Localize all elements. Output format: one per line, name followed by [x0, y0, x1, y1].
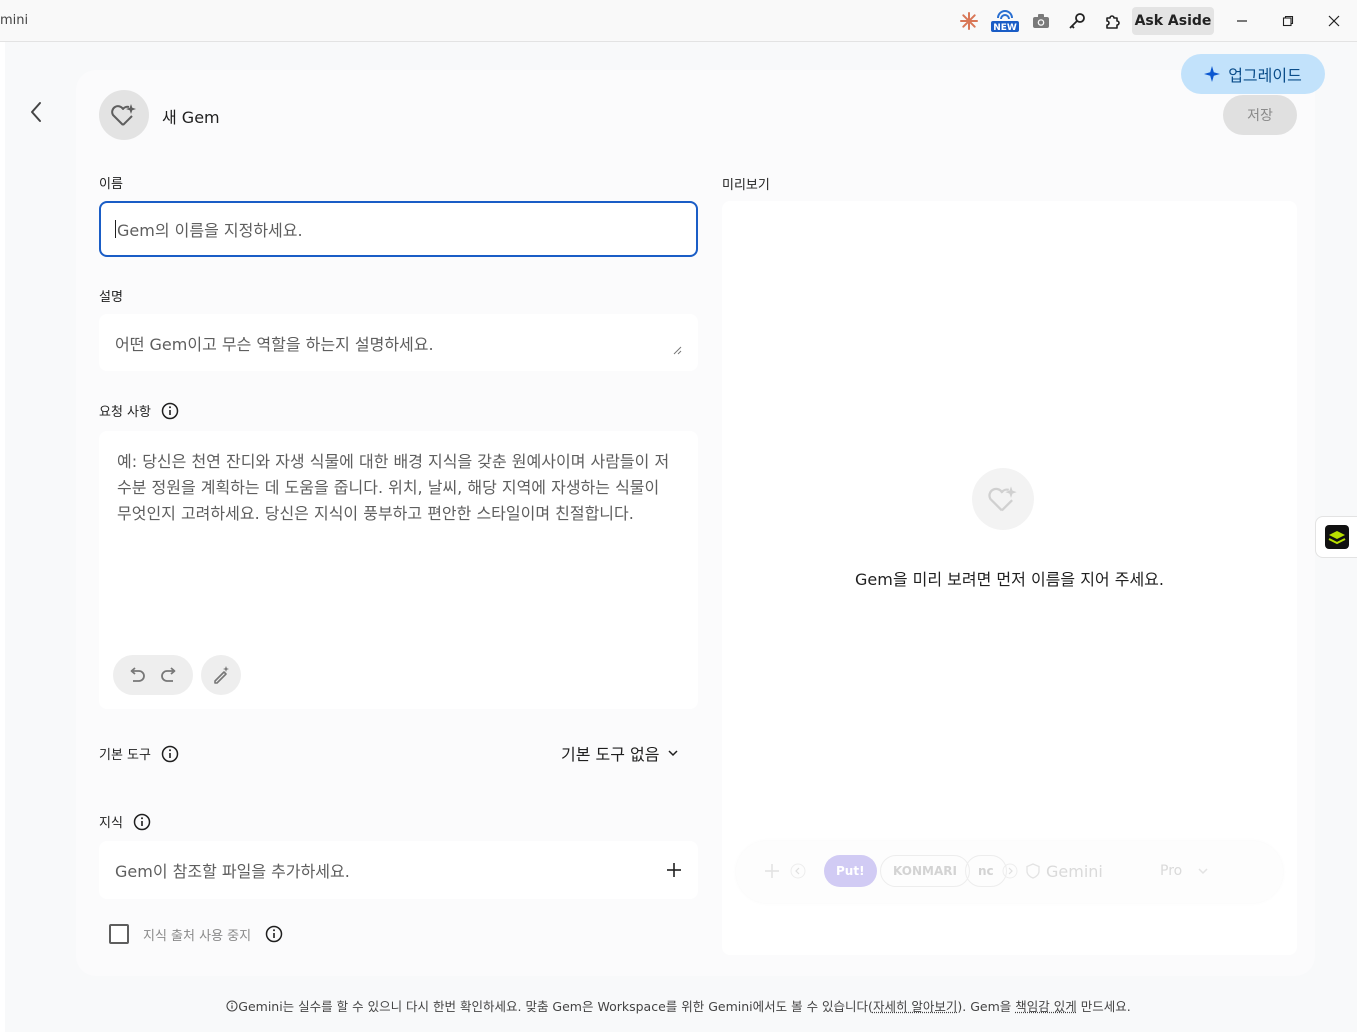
heart-sparkle-icon	[111, 104, 136, 126]
instructions-placeholder: 예: 당신은 천연 잔디와 자생 식물에 대한 배경 지식을 갖춘 원예사이며 …	[117, 452, 670, 523]
side-extension-tab[interactable]	[1315, 516, 1357, 558]
responsible-link[interactable]: 책임감 있게	[1015, 999, 1076, 1014]
put-tag: Put!	[824, 855, 877, 887]
description-label: 설명	[99, 286, 123, 305]
info-icon[interactable]	[161, 402, 179, 420]
claude-extension-icon[interactable]	[957, 9, 981, 33]
chevron-down-icon	[1198, 868, 1208, 875]
sparkle-icon	[1204, 66, 1221, 82]
tools-label: 기본 도구	[99, 744, 179, 763]
nc-tag: nc	[965, 855, 1007, 887]
preview-message: Gem을 미리 보려면 먼저 이름을 지어 주세요.	[855, 570, 1164, 589]
new-extension-icon[interactable]: NEW	[991, 9, 1019, 33]
footer-disclaimer: Gemini는 실수를 할 수 있으니 다시 한번 확인하세요. 맞춤 Gem은…	[0, 996, 1357, 1015]
upgrade-button[interactable]: 업그레이드	[1181, 54, 1325, 94]
magic-pen-icon	[214, 666, 229, 684]
ask-aside-button[interactable]: Ask Aside	[1132, 7, 1214, 35]
camera-icon[interactable]	[1029, 9, 1053, 33]
back-button[interactable]	[22, 98, 50, 126]
info-icon	[226, 1000, 238, 1012]
knowledge-placeholder: Gem이 참조할 파일을 추가하세요.	[115, 862, 350, 881]
undo-redo-group	[113, 655, 193, 695]
chevron-right-icon	[1002, 855, 1018, 887]
knowledge-label-text: 지식	[99, 816, 123, 831]
preview-panel: Gem을 미리 보려면 먼저 이름을 지어 주세요. Put! KONMARI …	[722, 201, 1297, 955]
pro-ghost: Pro	[1160, 855, 1208, 887]
tools-label-text: 기본 도구	[99, 748, 151, 763]
save-button[interactable]: 저장	[1223, 95, 1297, 135]
stack-logo-icon	[1324, 525, 1349, 549]
instructions-input[interactable]: 예: 당신은 천연 잔디와 자생 식물에 대한 배경 지식을 갖춘 원예사이며 …	[99, 431, 698, 709]
tools-selected-value: 기본 도구 없음	[561, 745, 660, 764]
key-icon[interactable]	[1065, 9, 1089, 33]
shield-icon	[1026, 863, 1040, 879]
heart-sparkle-icon	[988, 486, 1017, 512]
title-bar: mini NEW Ask Aside	[0, 0, 1357, 42]
app-title: mini	[0, 13, 29, 28]
name-input[interactable]: Gem의 이름을 지정하세요.	[99, 201, 698, 257]
konmari-tag: KONMARI	[880, 855, 970, 887]
description-input[interactable]: 어떤 Gem이고 무슨 역할을 하는지 설명하세요.	[99, 314, 698, 371]
preview-label-text: 미리보기	[722, 178, 770, 193]
learn-more-link[interactable]: 자세히 알아보기	[873, 999, 957, 1014]
chevron-down-icon	[667, 750, 678, 757]
instructions-label-text: 요청 사항	[99, 405, 151, 420]
footer-text-2: ). Gem을	[957, 999, 1016, 1014]
plus-icon	[764, 855, 780, 887]
extensions-puzzle-icon[interactable]	[1101, 9, 1125, 33]
instructions-label: 요청 사항	[99, 401, 179, 420]
stop-sources-row: 지식 출처 사용 중지	[109, 924, 283, 944]
redo-icon[interactable]	[159, 666, 179, 684]
info-icon[interactable]	[133, 813, 151, 831]
upgrade-label: 업그레이드	[1228, 66, 1302, 85]
preview-gem-avatar	[972, 468, 1034, 530]
knowledge-upload[interactable]: Gem이 참조할 파일을 추가하세요.	[99, 841, 698, 899]
gemini-model-ghost: Gemini	[1026, 855, 1103, 887]
stop-sources-label: 지식 출처 사용 중지	[143, 928, 252, 944]
info-icon[interactable]	[265, 925, 283, 943]
restore-icon[interactable]	[1275, 8, 1301, 34]
plus-icon[interactable]	[666, 862, 682, 878]
gemini-ghost-label: Gemini	[1046, 861, 1103, 881]
minimize-icon[interactable]	[1229, 8, 1255, 34]
text-caret	[115, 220, 116, 238]
name-label-text: 이름	[99, 177, 123, 192]
gem-avatar	[99, 90, 149, 140]
description-placeholder: 어떤 Gem이고 무슨 역할을 하는지 설명하세요.	[115, 335, 434, 354]
tools-dropdown[interactable]: 기본 도구 없음	[561, 741, 678, 765]
preview-label: 미리보기	[722, 174, 770, 193]
magic-rewrite-button[interactable]	[201, 655, 241, 695]
footer-text-3: 만드세요.	[1076, 999, 1131, 1014]
stop-sources-checkbox[interactable]	[109, 924, 129, 944]
chevron-left-icon	[31, 102, 41, 122]
undo-icon[interactable]	[127, 666, 147, 684]
name-placeholder: Gem의 이름을 지정하세요.	[117, 221, 303, 240]
pro-ghost-label: Pro	[1160, 863, 1183, 879]
close-icon[interactable]	[1321, 8, 1347, 34]
info-icon[interactable]	[161, 745, 179, 763]
new-badge-text: NEW	[993, 23, 1017, 33]
resize-grip-icon[interactable]	[673, 346, 682, 355]
description-label-text: 설명	[99, 290, 123, 305]
name-label: 이름	[99, 173, 123, 192]
preview-input-bar: Put! KONMARI nc Gemini Pro	[736, 841, 1283, 903]
footer-text-1: Gemini는 실수를 할 수 있으니 다시 한번 확인하세요. 맞춤 Gem은…	[238, 999, 873, 1014]
chevron-left-icon	[790, 855, 806, 887]
knowledge-label: 지식	[99, 812, 151, 831]
page-title: 새 Gem	[162, 108, 220, 127]
